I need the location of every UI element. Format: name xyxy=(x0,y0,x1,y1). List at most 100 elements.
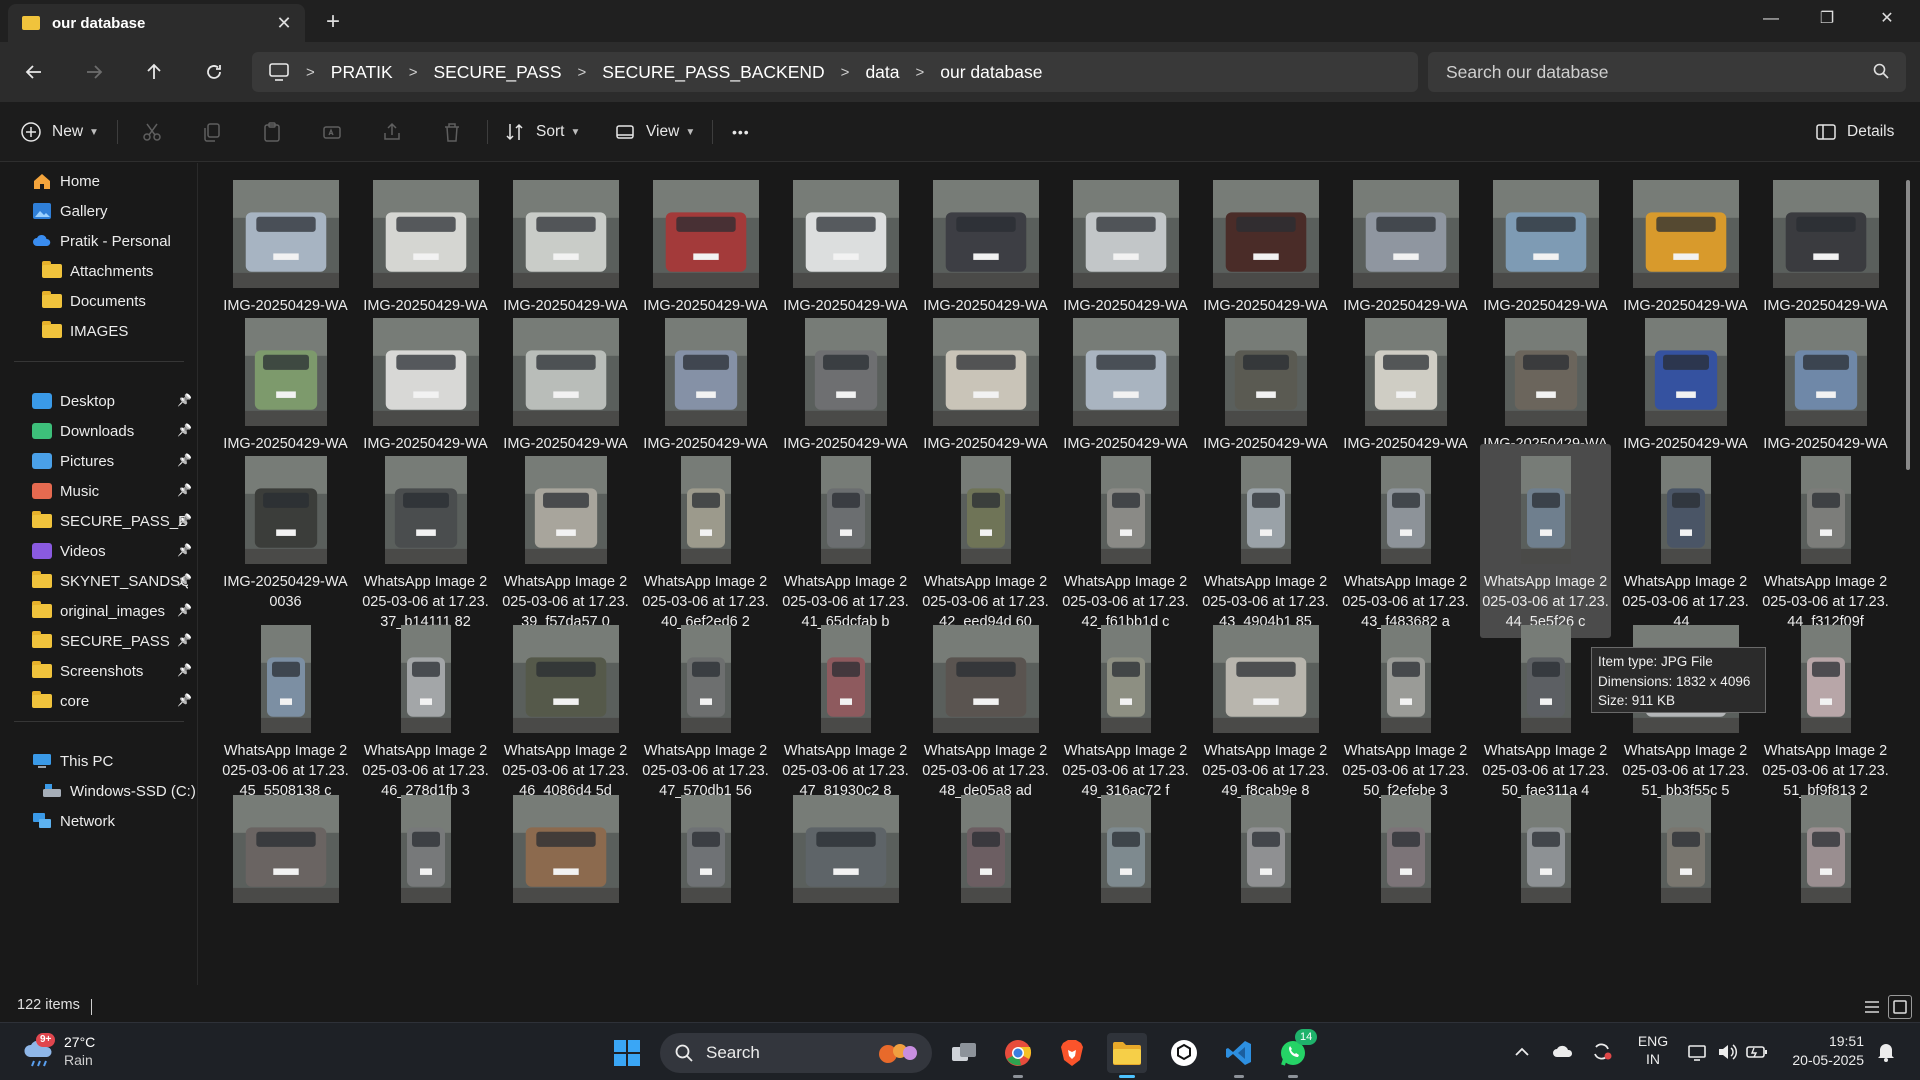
chevron-up-icon[interactable] xyxy=(1514,1045,1530,1057)
taskbar-chrome[interactable] xyxy=(998,1033,1038,1078)
maximize-button[interactable]: ❐ xyxy=(1804,4,1850,34)
taskbar-brave[interactable] xyxy=(1052,1033,1092,1073)
large-icons-view-button[interactable] xyxy=(1888,995,1912,1019)
file-item[interactable]: WhatsApp Image 2025-03-06 at 17.23.43_49… xyxy=(1200,444,1331,638)
sidebar-item-images[interactable]: IMAGES xyxy=(0,317,198,345)
pin-icon[interactable]: 📌 xyxy=(177,693,192,707)
chevron-right-icon[interactable]: > xyxy=(409,64,418,81)
pin-icon[interactable]: 📌 xyxy=(177,633,192,647)
sidebar-item-onedrive[interactable]: Pratik - Personal xyxy=(0,227,198,255)
pin-icon[interactable]: 📌 xyxy=(177,393,192,407)
file-item[interactable]: WhatsApp Image 2025-03-06 at 17.23.50_f2… xyxy=(1340,613,1471,807)
file-item[interactable] xyxy=(1620,783,1751,909)
taskbar-vscode[interactable] xyxy=(1219,1033,1259,1078)
breadcrumb-data[interactable]: data xyxy=(865,62,899,83)
file-item[interactable]: IMG-20250429-WA0036 xyxy=(220,444,351,618)
file-item[interactable]: WhatsApp Image 2025-03-06 at 17.23.47_57… xyxy=(640,613,771,807)
file-item[interactable]: WhatsApp Image 2025-03-06 at 17.23.42_f6… xyxy=(1060,444,1191,638)
details-view-icon[interactable] xyxy=(1862,997,1882,1017)
pin-icon[interactable]: 📌 xyxy=(177,483,192,497)
delete-button[interactable] xyxy=(441,116,463,148)
file-item[interactable]: WhatsApp Image 2025-03-06 at 17.23.46_40… xyxy=(500,613,631,807)
sidebar-item-quick-access[interactable]: Videos 📌 xyxy=(0,537,198,565)
tab-our-database[interactable]: our database ✕ xyxy=(8,4,305,42)
rename-button[interactable] xyxy=(321,116,343,148)
taskbar-file-explorer[interactable] xyxy=(1107,1033,1147,1078)
breadcrumb-pratik[interactable]: PRATIK xyxy=(331,62,393,83)
chevron-right-icon[interactable]: > xyxy=(916,64,925,81)
pin-icon[interactable]: 📌 xyxy=(177,513,192,527)
new-tab-button[interactable]: + xyxy=(326,8,340,36)
sidebar-item-quick-access[interactable]: SECURE_PASS_BA 📌 xyxy=(0,507,198,535)
file-item[interactable] xyxy=(640,783,771,909)
new-button[interactable]: New ▼ xyxy=(20,116,99,148)
file-item[interactable] xyxy=(1200,783,1331,909)
sidebar-item-home[interactable]: Home xyxy=(0,167,198,195)
file-item[interactable] xyxy=(500,783,631,909)
search-input[interactable]: Search our database xyxy=(1428,52,1906,92)
onedrive-tray-icon[interactable] xyxy=(1551,1042,1575,1060)
file-item[interactable]: WhatsApp Image 2025-03-06 at 17.23.39_f5… xyxy=(500,444,631,638)
language-indicator[interactable]: ENG IN xyxy=(1636,1032,1670,1068)
sidebar-item-this-pc[interactable]: This PC xyxy=(0,747,198,775)
cut-button[interactable] xyxy=(141,116,163,148)
refresh-button[interactable] xyxy=(196,54,232,90)
breadcrumb-our-database[interactable]: our database xyxy=(940,62,1042,83)
back-button[interactable] xyxy=(16,54,52,90)
taskbar-search[interactable]: Search xyxy=(660,1033,932,1073)
pin-icon[interactable]: 📌 xyxy=(177,573,192,587)
file-item[interactable]: WhatsApp Image 2025-03-06 at 17.23.37_b1… xyxy=(360,444,491,638)
file-item[interactable]: WhatsApp Image 2025-03-06 at 17.23.45_55… xyxy=(220,613,351,807)
sort-button[interactable]: Sort ▼ xyxy=(504,116,580,148)
pin-icon[interactable]: 📌 xyxy=(177,543,192,557)
file-item[interactable]: WhatsApp Image 2025-03-06 at 17.23.51_bf… xyxy=(1760,613,1891,807)
file-item[interactable] xyxy=(1340,783,1471,909)
sidebar-item-quick-access[interactable]: SECURE_PASS 📌 xyxy=(0,627,198,655)
file-item[interactable]: WhatsApp Image 2025-03-06 at 17.23.42_ee… xyxy=(920,444,1051,638)
sidebar-item-quick-access[interactable]: Desktop 📌 xyxy=(0,387,198,415)
file-item[interactable]: WhatsApp Image 2025-03-06 at 17.23.49_31… xyxy=(1060,613,1191,807)
pin-icon[interactable]: 📌 xyxy=(177,603,192,617)
taskbar-task-view[interactable] xyxy=(944,1033,984,1073)
sidebar-item-quick-access[interactable]: Downloads 📌 xyxy=(0,417,198,445)
copy-button[interactable] xyxy=(201,116,223,148)
chevron-right-icon[interactable]: > xyxy=(841,64,850,81)
breadcrumb-secure-pass[interactable]: SECURE_PASS xyxy=(433,62,561,83)
file-item[interactable] xyxy=(1060,783,1191,909)
see-more-button[interactable]: ••• xyxy=(732,116,750,148)
file-item[interactable] xyxy=(780,783,911,909)
sidebar-item-quick-access[interactable]: Music 📌 xyxy=(0,477,198,505)
wifi-icon[interactable] xyxy=(1687,1042,1709,1062)
address-bar[interactable]: > PRATIK > SECURE_PASS > SECURE_PASS_BAC… xyxy=(252,52,1418,92)
up-button[interactable] xyxy=(136,54,172,90)
sidebar-item-attachments[interactable]: Attachments xyxy=(0,257,198,285)
sidebar-item-network[interactable]: Network xyxy=(0,807,198,835)
taskbar-chatgpt[interactable] xyxy=(1164,1033,1204,1073)
file-item[interactable] xyxy=(360,783,491,909)
clock[interactable]: 19:51 20-05-2025 xyxy=(1780,1032,1864,1070)
pin-icon[interactable]: 📌 xyxy=(177,453,192,467)
sidebar-item-quick-access[interactable]: SKYNET_SANDSQ 📌 xyxy=(0,567,198,595)
sidebar-item-gallery[interactable]: Gallery xyxy=(0,197,198,225)
notification-bell-icon[interactable] xyxy=(1876,1041,1896,1063)
file-item[interactable] xyxy=(220,783,351,909)
file-item[interactable]: WhatsApp Image 2025-03-06 at 17.23.40_6e… xyxy=(640,444,771,638)
view-button[interactable]: View ▼ xyxy=(614,116,695,148)
file-item[interactable]: WhatsApp Image 2025-03-06 at 17.23.44_5e… xyxy=(1480,444,1611,638)
pin-icon[interactable]: 📌 xyxy=(177,663,192,677)
sidebar-item-drive-c[interactable]: Windows-SSD (C:) xyxy=(0,777,198,805)
file-item[interactable]: WhatsApp Image 2025-03-06 at 17.23.43_f4… xyxy=(1340,444,1471,638)
vertical-scrollbar[interactable] xyxy=(1906,180,1910,470)
sidebar-item-quick-access[interactable]: Pictures 📌 xyxy=(0,447,198,475)
file-item[interactable]: WhatsApp Image 2025-03-06 at 17.23.46_27… xyxy=(360,613,491,807)
file-item[interactable] xyxy=(1480,783,1611,909)
paste-button[interactable] xyxy=(261,116,283,148)
file-item[interactable]: WhatsApp Image 2025-03-06 at 17.23.44_f3… xyxy=(1760,444,1891,638)
sidebar-item-quick-access[interactable]: Screenshots 📌 xyxy=(0,657,198,685)
sidebar-item-documents[interactable]: Documents xyxy=(0,287,198,315)
share-button[interactable] xyxy=(381,116,403,148)
taskbar-whatsapp[interactable]: 14 xyxy=(1273,1029,1318,1078)
file-item[interactable]: WhatsApp Image 2025-03-06 at 17.23.41_65… xyxy=(780,444,911,638)
file-item[interactable] xyxy=(1760,783,1891,909)
close-window-button[interactable]: ✕ xyxy=(1864,4,1910,34)
